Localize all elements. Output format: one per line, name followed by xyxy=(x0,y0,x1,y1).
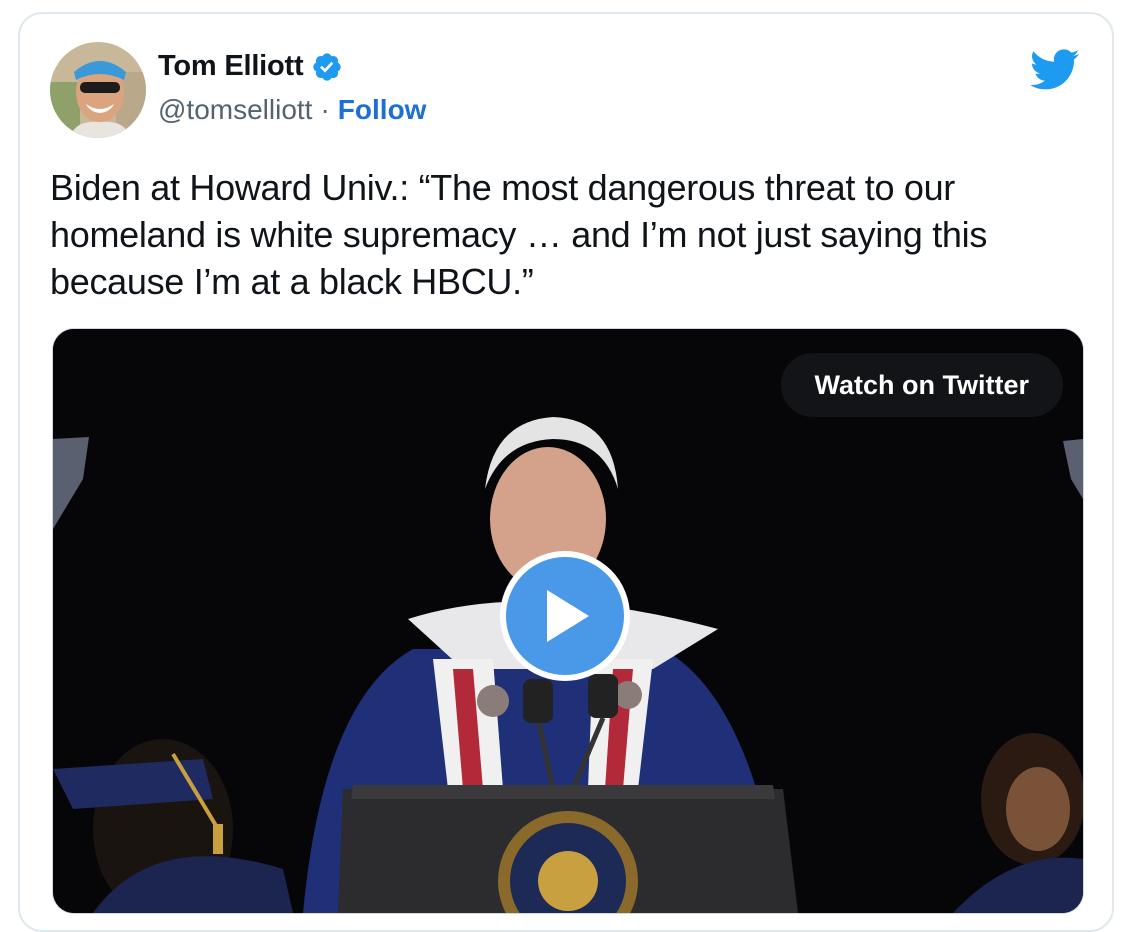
handle[interactable]: @tomselliott xyxy=(158,94,312,126)
play-button[interactable] xyxy=(500,551,630,681)
follow-link[interactable]: Follow xyxy=(338,94,427,126)
tweet-header: Tom Elliott @tomselliott · Follow xyxy=(50,42,1090,138)
name-row: Tom Elliott xyxy=(158,50,343,83)
twitter-bird-icon[interactable] xyxy=(1030,48,1080,92)
tweet-text: Biden at Howard Univ.: “The most dangero… xyxy=(50,167,988,302)
handle-row: @tomselliott · Follow xyxy=(158,94,426,126)
tweet-card[interactable]: Tom Elliott @tomselliott · Follow Biden … xyxy=(18,12,1114,932)
avatar[interactable] xyxy=(50,42,146,138)
video-player[interactable]: Watch on Twitter xyxy=(52,328,1084,914)
separator: · xyxy=(320,94,330,125)
watch-on-twitter-button[interactable]: Watch on Twitter xyxy=(780,353,1063,417)
play-icon xyxy=(547,590,589,642)
avatar-image xyxy=(50,42,146,138)
display-name[interactable]: Tom Elliott xyxy=(158,50,304,83)
verified-badge-icon xyxy=(313,52,342,81)
